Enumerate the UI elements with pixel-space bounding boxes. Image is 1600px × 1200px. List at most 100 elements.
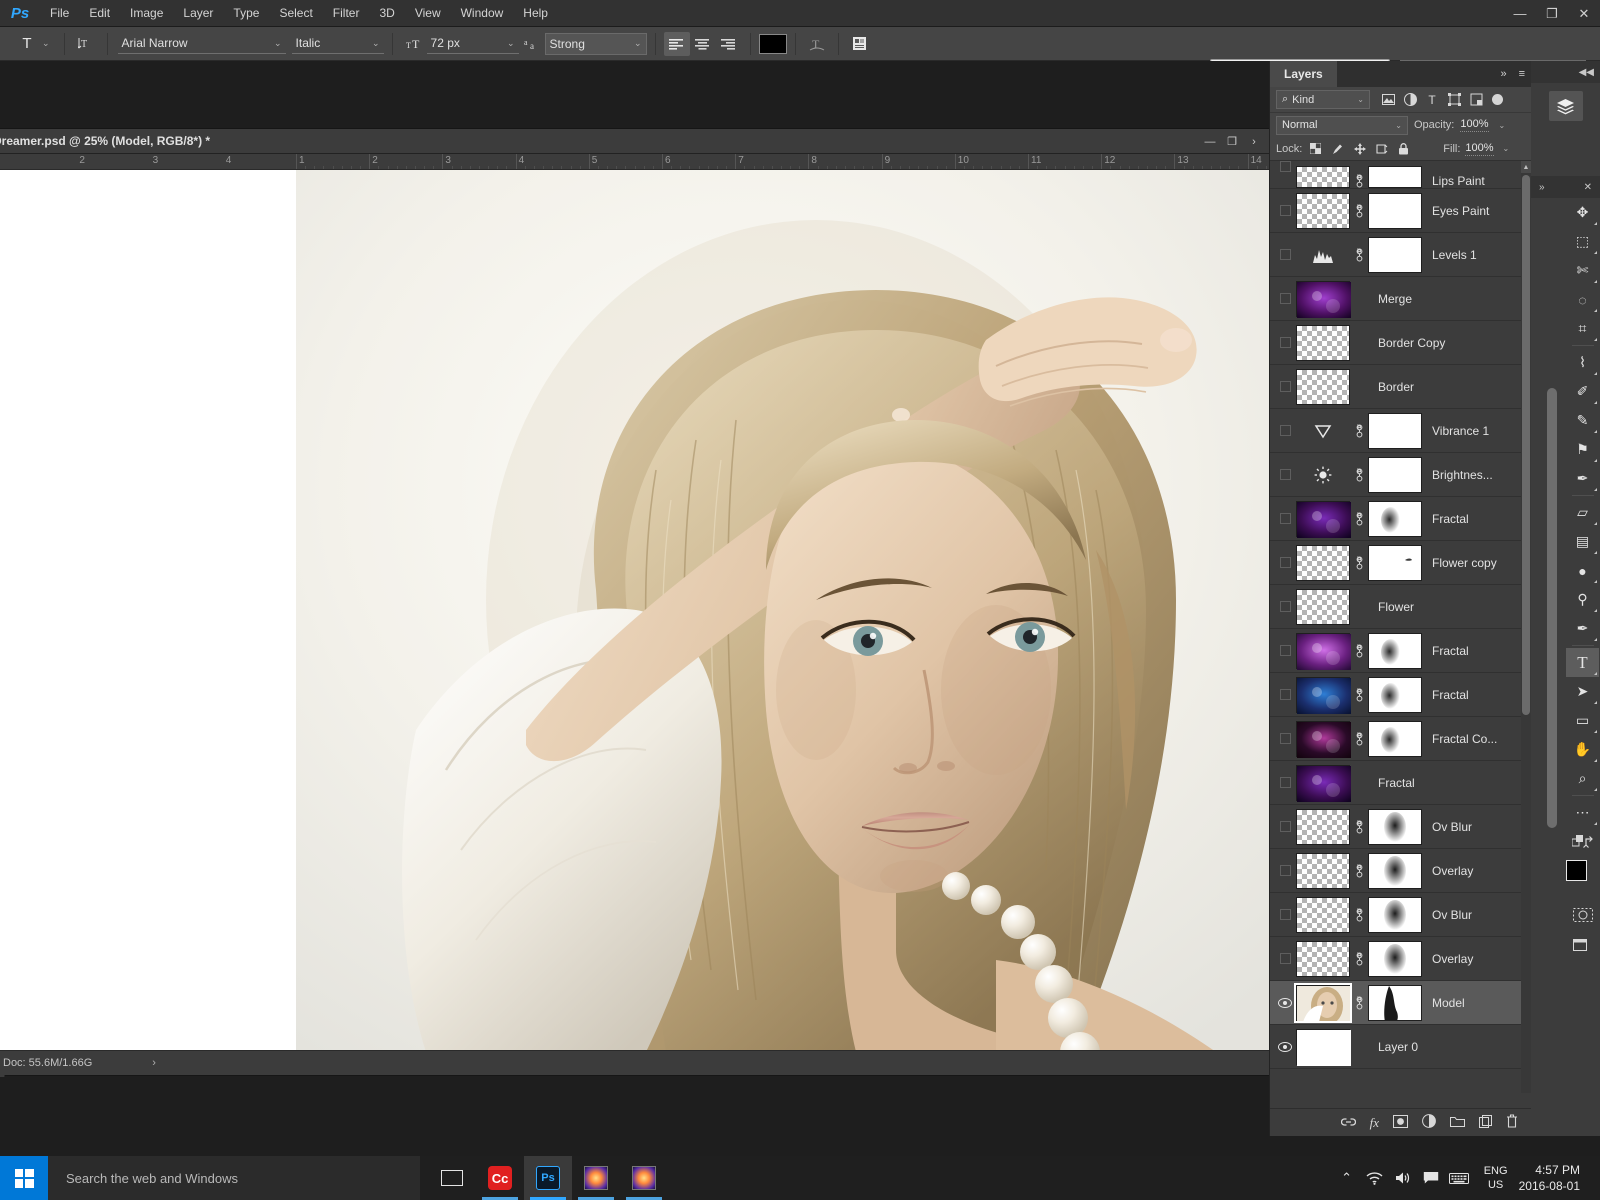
layer-row[interactable]: Merge [1270, 277, 1532, 321]
menu-edit[interactable]: Edit [79, 0, 120, 27]
anti-aliasing-select[interactable]: Strong ⌄ [545, 33, 647, 55]
menu-layer[interactable]: Layer [173, 0, 223, 27]
layer-mask-thumbnail[interactable] [1368, 237, 1422, 273]
layer-visibility-toggle[interactable] [1274, 717, 1296, 761]
layer-row[interactable]: Fractal [1270, 761, 1532, 805]
layer-thumbnail[interactable] [1296, 721, 1350, 757]
layer-row[interactable]: Brightnes... [1270, 453, 1532, 497]
layer-mask-thumbnail[interactable] [1368, 501, 1422, 537]
network-icon[interactable] [1361, 1156, 1389, 1200]
menu-help[interactable]: Help [513, 0, 558, 27]
layer-visibility-toggle[interactable] [1274, 761, 1296, 805]
scroll-up-icon[interactable]: ▲ [1521, 161, 1531, 173]
layer-row[interactable]: Flower [1270, 585, 1532, 629]
link-layers-icon[interactable] [1341, 1115, 1356, 1131]
layer-visibility-toggle[interactable] [1274, 541, 1296, 585]
layer-row[interactable]: Border Copy [1270, 321, 1532, 365]
layer-mask-thumbnail[interactable] [1368, 985, 1422, 1021]
layer-mask-thumbnail[interactable] [1368, 633, 1422, 669]
move-tool[interactable]: ✥ [1566, 198, 1599, 227]
layer-visibility-toggle[interactable] [1274, 497, 1296, 541]
layer-thumbnail[interactable] [1296, 193, 1350, 229]
screen-mode-icon[interactable] [1566, 929, 1599, 958]
eyedropper-tool[interactable]: ⌇ [1566, 348, 1599, 377]
opacity-value[interactable]: 100% [1460, 118, 1488, 132]
foreground-color-swatch[interactable] [1566, 860, 1587, 881]
swap-colors-icon[interactable] [1566, 827, 1599, 856]
keyboard-icon[interactable] [1445, 1156, 1473, 1200]
layer-row[interactable]: Border [1270, 365, 1532, 409]
layer-mask-thumbnail[interactable] [1368, 809, 1422, 845]
collapse-panel-icon[interactable]: » [1500, 68, 1506, 80]
layer-visibility-eye-icon[interactable] [1274, 1025, 1296, 1069]
layer-thumbnail[interactable] [1296, 809, 1350, 845]
show-hidden-icons-icon[interactable]: ⌃ [1333, 1156, 1361, 1200]
layer-mask-thumbnail[interactable] [1368, 193, 1422, 229]
layer-link-icon[interactable] [1350, 688, 1368, 702]
layer-thumbnail[interactable] [1296, 985, 1350, 1021]
layer-mask-thumbnail[interactable] [1368, 853, 1422, 889]
gradient-tool[interactable]: ▤ [1566, 527, 1599, 556]
font-style-select[interactable]: Italic ⌄ [292, 33, 384, 54]
layer-mask-thumbnail[interactable] [1368, 545, 1422, 581]
status-expand-icon[interactable]: › [152, 1057, 156, 1069]
edit-toolbar-tool[interactable]: ⋯ [1566, 798, 1599, 827]
taskbar-app-image-viewer-2[interactable] [620, 1156, 668, 1200]
layer-visibility-toggle[interactable] [1274, 937, 1296, 981]
character-paragraph-panel-icon[interactable] [847, 32, 873, 56]
layer-visibility-toggle[interactable] [1274, 453, 1296, 497]
panel-menu-icon[interactable]: ≡ [1519, 68, 1525, 80]
close-tools-icon[interactable]: ✕ [1584, 182, 1592, 193]
layer-link-icon[interactable] [1350, 908, 1368, 922]
layer-row[interactable]: Layer 0 [1270, 1025, 1532, 1069]
layer-thumbnail[interactable] [1296, 677, 1350, 713]
dock-scroll-handle[interactable] [1547, 388, 1557, 828]
rectangular-marquee-tool[interactable]: ⬚ [1566, 227, 1599, 256]
layer-visibility-toggle[interactable] [1274, 321, 1296, 365]
menu-3d[interactable]: 3D [369, 0, 404, 27]
spot-healing-brush-tool[interactable]: ✐ [1566, 377, 1599, 406]
clone-stamp-tool[interactable]: ⚑ [1566, 435, 1599, 464]
lock-image-pixels-icon[interactable] [1329, 140, 1346, 157]
quick-selection-tool[interactable]: ◌ [1566, 285, 1599, 314]
layer-visibility-toggle[interactable] [1274, 233, 1296, 277]
layer-row[interactable]: Lips Paint [1270, 161, 1532, 189]
layer-thumbnail[interactable] [1296, 853, 1350, 889]
text-orientation-icon[interactable]: T [73, 32, 99, 56]
layer-row[interactable]: Model [1270, 981, 1532, 1025]
maximize-button[interactable]: ❐ [1536, 0, 1568, 27]
document-minimize-button[interactable]: — [1199, 129, 1221, 154]
horizontal-ruler[interactable]: 2341234567891011121314 [0, 154, 1271, 170]
tool-preset-caret-icon[interactable]: ⌄ [42, 38, 50, 49]
layer-row[interactable]: Vibrance 1 [1270, 409, 1532, 453]
filter-toggle-switch[interactable] [1492, 94, 1503, 105]
new-fill-adjustment-icon[interactable] [1422, 1114, 1436, 1131]
menu-type[interactable]: Type [223, 0, 269, 27]
layer-visibility-toggle[interactable] [1274, 277, 1296, 321]
path-selection-tool[interactable]: ➤ [1566, 677, 1599, 706]
layer-style-icon[interactable]: fx [1370, 1115, 1379, 1131]
layer-thumbnail[interactable] [1296, 369, 1350, 405]
opacity-caret-icon[interactable]: ⌄ [1499, 121, 1506, 130]
layer-mask-thumbnail[interactable] [1368, 677, 1422, 713]
blur-tool[interactable]: ● [1566, 556, 1599, 585]
lock-artboard-icon[interactable] [1373, 140, 1390, 157]
layer-row[interactable]: Ov Blur [1270, 805, 1532, 849]
layer-visibility-toggle[interactable] [1274, 629, 1296, 673]
document-close-button[interactable]: › [1243, 129, 1265, 154]
hand-tool[interactable]: ✋ [1566, 735, 1599, 764]
quick-mask-mode-icon[interactable] [1566, 900, 1599, 929]
layer-link-icon[interactable] [1350, 952, 1368, 966]
layers-scrollbar[interactable]: ▲ [1521, 161, 1531, 1093]
layer-visibility-toggle[interactable] [1274, 805, 1296, 849]
layer-row[interactable]: Flower copy [1270, 541, 1532, 585]
lasso-tool[interactable]: ✄ [1566, 256, 1599, 285]
layers-scrollbar-thumb[interactable] [1522, 175, 1530, 715]
layer-visibility-eye-icon[interactable] [1274, 981, 1296, 1025]
blend-mode-select[interactable]: Normal ⌄ [1276, 116, 1408, 135]
layer-link-icon[interactable] [1350, 204, 1368, 218]
fill-value[interactable]: 100% [1465, 142, 1493, 156]
collapse-dock-icon[interactable]: ◀◀ [1579, 67, 1594, 78]
rectangle-tool[interactable]: ▭ [1566, 706, 1599, 735]
layer-visibility-toggle[interactable] [1274, 585, 1296, 629]
